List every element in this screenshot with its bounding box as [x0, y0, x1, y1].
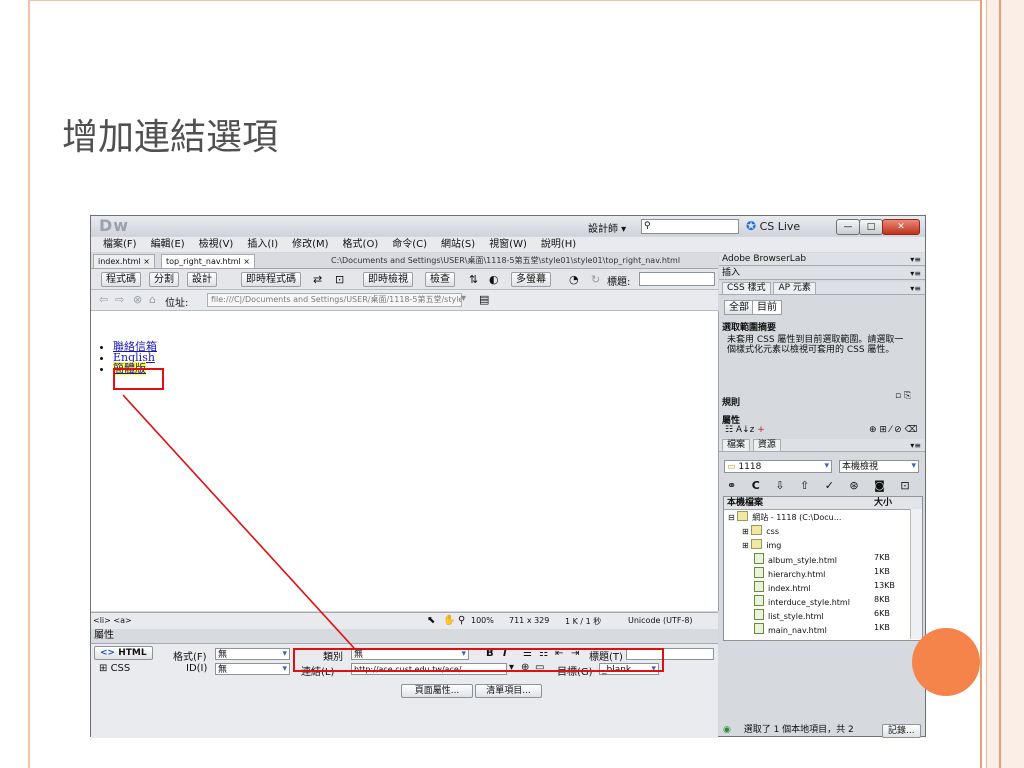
annotation-line	[122, 394, 355, 649]
decorative-dot	[912, 628, 980, 696]
annotation-arrow-line	[122, 394, 355, 649]
